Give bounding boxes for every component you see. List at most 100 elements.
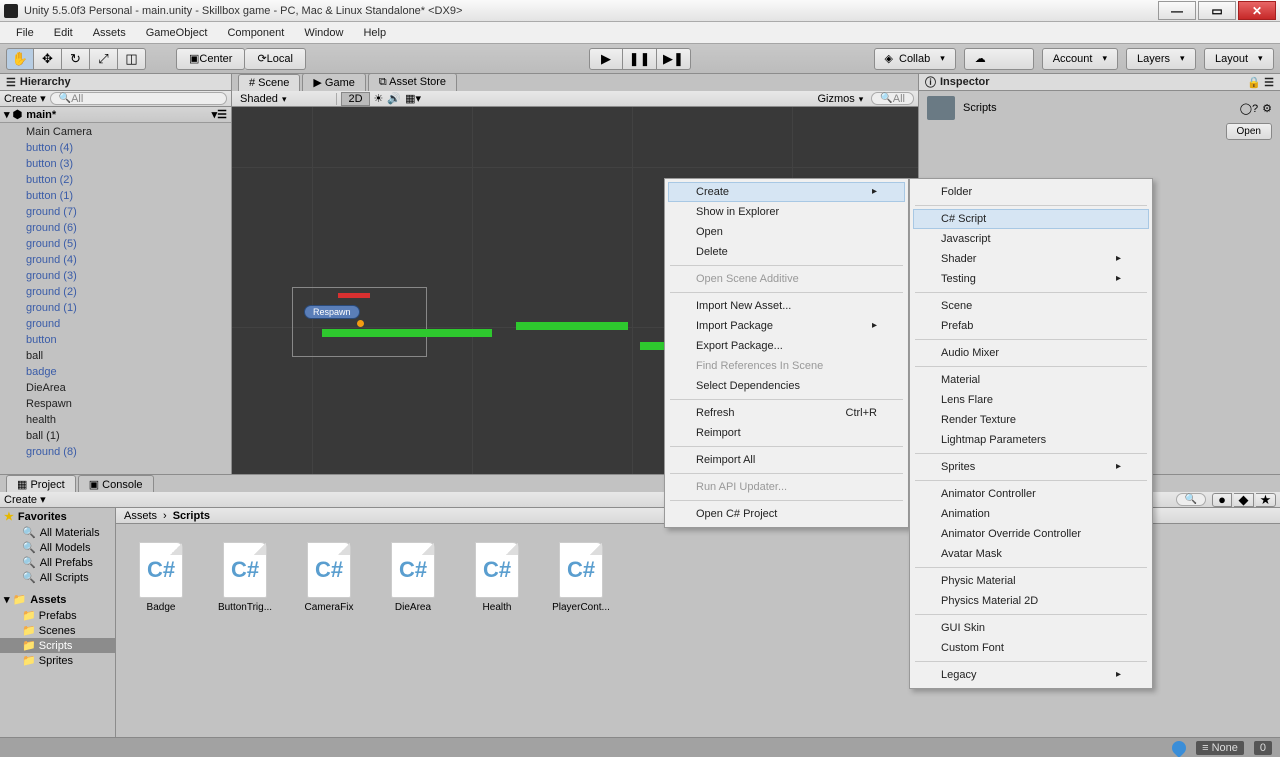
menu-item[interactable]: Custom Font — [913, 638, 1149, 658]
favorite-item[interactable]: 🔍All Materials — [0, 525, 115, 540]
project-search[interactable]: 🔍 — [1176, 493, 1206, 506]
hierarchy-item[interactable]: ground (3) — [0, 268, 231, 284]
menu-item[interactable]: GUI Skin — [913, 618, 1149, 638]
menu-item[interactable]: Shader — [913, 249, 1149, 269]
hierarchy-item[interactable]: ground (7) — [0, 204, 231, 220]
folder-item[interactable]: 📁 Scripts — [0, 638, 115, 653]
hierarchy-item[interactable]: Main Camera — [0, 124, 231, 140]
tab-game[interactable]: ▶ Game — [302, 73, 365, 91]
menu-item[interactable]: Reimport All — [668, 450, 905, 470]
hierarchy-item[interactable]: button (2) — [0, 172, 231, 188]
menu-item[interactable]: Select Dependencies — [668, 376, 905, 396]
layers-dropdown[interactable]: Layers — [1126, 48, 1196, 70]
menu-item[interactable]: Animator Override Controller — [913, 524, 1149, 544]
help-icon[interactable]: ◯? — [1240, 102, 1258, 115]
hierarchy-item[interactable]: ground (1) — [0, 300, 231, 316]
pivot-center-toggle[interactable]: ▣ Center — [176, 48, 245, 70]
menu-item[interactable]: C# Script — [913, 209, 1149, 229]
project-create-dropdown[interactable]: Create ▾ — [4, 493, 46, 506]
asset-item[interactable]: C#DieArea — [384, 542, 442, 613]
hierarchy-item[interactable]: ground (5) — [0, 236, 231, 252]
menu-item[interactable]: Testing — [913, 269, 1149, 289]
hierarchy-item[interactable]: button — [0, 332, 231, 348]
menu-item[interactable]: Render Texture — [913, 410, 1149, 430]
hierarchy-item[interactable]: badge — [0, 364, 231, 380]
favorite-item[interactable]: 🔍All Scripts — [0, 570, 115, 585]
ground-platform[interactable] — [516, 322, 628, 330]
menu-item[interactable]: Physics Material 2D — [913, 591, 1149, 611]
folder-item[interactable]: 📁 Scenes — [0, 623, 115, 638]
menu-item[interactable]: Animation — [913, 504, 1149, 524]
hierarchy-item[interactable]: ball (1) — [0, 428, 231, 444]
layout-dropdown[interactable]: Layout — [1204, 48, 1274, 70]
inspector-tab[interactable]: ⓘ Inspector🔒 ☰ — [919, 74, 1280, 91]
play-button[interactable]: ▶ — [589, 48, 623, 70]
menu-item[interactable]: Create — [668, 182, 905, 202]
menu-gameobject[interactable]: GameObject — [136, 24, 218, 42]
hierarchy-item[interactable]: ground (8) — [0, 444, 231, 460]
menu-item[interactable]: RefreshCtrl+R — [668, 403, 905, 423]
menu-item[interactable]: Import New Asset... — [668, 296, 905, 316]
asset-item[interactable]: C#CameraFix — [300, 542, 358, 613]
close-button[interactable]: ✕ — [1238, 1, 1276, 20]
hierarchy-item[interactable]: ground — [0, 316, 231, 332]
menu-item[interactable]: Physic Material — [913, 571, 1149, 591]
favorite-item[interactable]: 🔍All Prefabs — [0, 555, 115, 570]
move-tool[interactable]: ✥ — [34, 48, 62, 70]
filter-save-icon[interactable]: ★ — [1256, 493, 1276, 507]
hierarchy-search[interactable]: 🔍All — [50, 92, 227, 105]
minimize-button[interactable]: — — [1158, 1, 1196, 20]
menu-item[interactable]: Import Package — [668, 316, 905, 336]
2d-toggle[interactable]: 2D — [341, 92, 369, 106]
menu-item[interactable]: Reimport — [668, 423, 905, 443]
shading-dropdown[interactable]: Shaded — [236, 93, 337, 105]
menu-item[interactable]: Export Package... — [668, 336, 905, 356]
folder-item[interactable]: 📁 Prefabs — [0, 608, 115, 623]
asset-item[interactable]: C#Badge — [132, 542, 190, 613]
rect-tool[interactable]: ◫ — [118, 48, 146, 70]
asset-item[interactable]: C#Health — [468, 542, 526, 613]
menu-item[interactable]: Lightmap Parameters — [913, 430, 1149, 450]
gizmos-dropdown[interactable]: Gizmos — [818, 93, 864, 105]
gear-icon[interactable]: ⚙ — [1262, 102, 1272, 115]
menu-item[interactable]: Lens Flare — [913, 390, 1149, 410]
scene-search[interactable]: 🔍All — [871, 92, 914, 105]
menu-item[interactable]: Show in Explorer — [668, 202, 905, 222]
lighting-icon[interactable]: ☀ — [374, 92, 384, 105]
menu-item[interactable]: Audio Mixer — [913, 343, 1149, 363]
collab-dropdown[interactable]: ◈ Collab — [874, 48, 956, 70]
menu-edit[interactable]: Edit — [44, 24, 83, 42]
menu-item[interactable]: Javascript — [913, 229, 1149, 249]
open-button[interactable]: Open — [1226, 123, 1272, 140]
folder-item[interactable]: 📁 Sprites — [0, 653, 115, 668]
scale-tool[interactable]: ⤢ — [90, 48, 118, 70]
space-local-toggle[interactable]: ⟳ Local — [245, 48, 306, 70]
hierarchy-list[interactable]: Main Camerabutton (4)button (3)button (2… — [0, 123, 231, 474]
hierarchy-item[interactable]: button (3) — [0, 156, 231, 172]
asset-item[interactable]: C#PlayerCont... — [552, 542, 610, 613]
menu-item[interactable]: Prefab — [913, 316, 1149, 336]
menu-item[interactable]: Open — [668, 222, 905, 242]
rotate-tool[interactable]: ↻ — [62, 48, 90, 70]
menu-item[interactable]: Open C# Project — [668, 504, 905, 524]
hierarchy-item[interactable]: Respawn — [0, 396, 231, 412]
step-button[interactable]: ▶❚ — [657, 48, 691, 70]
favorite-item[interactable]: 🔍All Models — [0, 540, 115, 555]
filter-icon[interactable]: ● — [1212, 493, 1232, 507]
cloud-button[interactable]: ☁ — [964, 48, 1034, 70]
ground-platform[interactable] — [322, 329, 492, 337]
menu-component[interactable]: Component — [217, 24, 294, 42]
hierarchy-item[interactable]: ground (4) — [0, 252, 231, 268]
hierarchy-tab[interactable]: ☰ Hierarchy — [0, 74, 231, 91]
hierarchy-create-dropdown[interactable]: Create ▾ — [4, 92, 46, 105]
hand-tool[interactable]: ✋ — [6, 48, 34, 70]
hierarchy-scene-header[interactable]: ▾ ⬢ main*▾☰ — [0, 107, 231, 123]
menu-window[interactable]: Window — [294, 24, 353, 42]
context-menu-assets[interactable]: CreateShow in ExplorerOpenDeleteOpen Sce… — [664, 178, 909, 528]
tab-asset-store[interactable]: ⧉ Asset Store — [368, 73, 457, 91]
project-tab[interactable]: ▦ Project — [6, 475, 76, 492]
asset-item[interactable]: C#ButtonTrig... — [216, 542, 274, 613]
hierarchy-item[interactable]: button (1) — [0, 188, 231, 204]
hierarchy-item[interactable]: button (4) — [0, 140, 231, 156]
menu-file[interactable]: File — [6, 24, 44, 42]
